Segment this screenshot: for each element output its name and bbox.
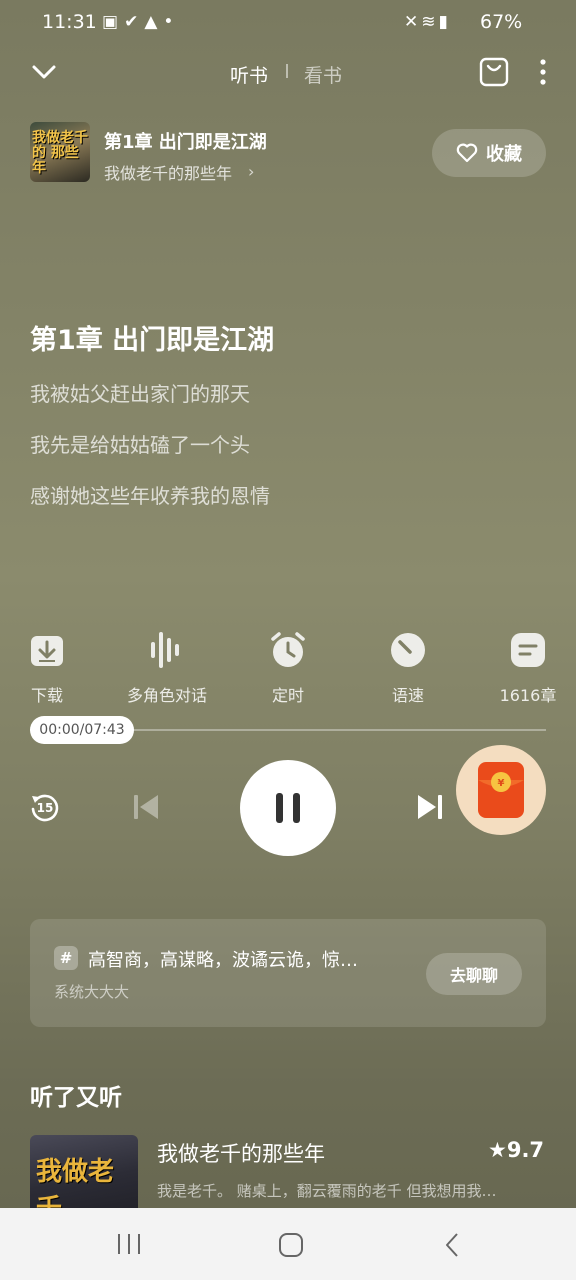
chapter-heading: 第1章 出门即是江湖 xyxy=(30,325,275,356)
home-button[interactable] xyxy=(278,1232,304,1258)
rewind-15-button[interactable]: 15 xyxy=(28,790,62,824)
pause-icon xyxy=(276,793,300,823)
chapter-list-button[interactable]: 1616章 xyxy=(473,630,576,706)
more-vertical-icon xyxy=(540,59,546,85)
recents-button[interactable] xyxy=(116,1232,142,1256)
notification-icons: ▣✔▲• xyxy=(102,12,179,32)
collect-button[interactable]: 收藏 xyxy=(432,129,546,177)
battery-indicator: 67% xyxy=(480,11,523,33)
voice-wave-icon xyxy=(151,632,179,668)
section-title: 听了又听 xyxy=(30,1085,122,1111)
chat-card-title: 高智商，高谋略，波谲云诡，惊… xyxy=(88,950,358,971)
download-button[interactable]: 下载 xyxy=(0,630,102,706)
multi-role-button[interactable]: 多角色对话 xyxy=(112,630,222,706)
red-envelope-icon: ¥ xyxy=(478,762,524,818)
heart-icon xyxy=(456,143,478,163)
rewind-15-icon: 15 xyxy=(31,794,59,822)
previous-chapter-button[interactable] xyxy=(130,792,162,822)
go-chat-button[interactable]: 去聊聊 xyxy=(426,953,522,995)
shop-button[interactable] xyxy=(478,56,510,88)
recents-icon xyxy=(118,1234,140,1254)
red-packet-bonus-button[interactable]: ¥ xyxy=(456,745,546,835)
tab-listen[interactable]: 听书 xyxy=(230,61,268,88)
skip-next-icon xyxy=(418,795,442,819)
collapse-button[interactable] xyxy=(30,58,58,86)
wifi-icon: ≋ xyxy=(421,12,439,32)
system-icons: ✕≋▮ xyxy=(404,12,451,32)
collect-label: 收藏 xyxy=(486,144,522,165)
rating-badge: ★9.7 xyxy=(488,1138,544,1162)
skip-previous-icon xyxy=(134,795,158,819)
signal-icon: ▮ xyxy=(438,12,451,32)
home-icon xyxy=(279,1233,303,1257)
speed-button[interactable]: 语速 xyxy=(353,630,463,706)
download-icon xyxy=(31,636,63,666)
shopping-bag-icon xyxy=(479,57,509,87)
check-icon: ✔ xyxy=(124,12,145,32)
book-name-link[interactable]: 我做老千的那些年 xyxy=(104,160,232,184)
current-chapter-title: 第1章 出门即是江湖 xyxy=(104,132,267,153)
star-icon: ★ xyxy=(488,1138,507,1162)
back-icon xyxy=(446,1233,458,1257)
svg-text:¥: ¥ xyxy=(498,778,505,789)
chevron-right-icon: › xyxy=(248,162,255,181)
timer-button[interactable]: 定时 xyxy=(233,630,343,706)
status-bar: 11:31 ▣✔▲• ✕≋▮ 67% xyxy=(0,0,576,46)
rewind-seconds: 15 xyxy=(37,801,54,815)
tab-read[interactable]: 看书 xyxy=(304,61,342,88)
status-time: 11:31 xyxy=(42,11,97,33)
text-line: 我被姑父赶出家门的那天 xyxy=(30,382,250,406)
more-button[interactable] xyxy=(532,58,554,86)
text-line: 感谢她这些年收养我的恩情 xyxy=(30,484,270,508)
pause-button[interactable] xyxy=(240,760,336,856)
chat-card-subtitle: 系统大大大 xyxy=(54,983,130,1001)
chapter-count-label: 1616章 xyxy=(499,686,557,705)
hashtag-icon: # xyxy=(54,946,78,970)
recommended-book-title[interactable]: 我做老千的那些年 xyxy=(157,1138,325,1168)
dot-icon: • xyxy=(163,12,180,32)
next-chapter-button[interactable] xyxy=(414,792,446,822)
alarm-clock-icon xyxy=(271,632,305,667)
gallery-icon: ▣ xyxy=(102,12,125,32)
mute-icon: ✕ xyxy=(404,12,422,32)
book-cover-thumbnail[interactable]: 我做老千的 那些年 xyxy=(30,122,90,182)
speed-gauge-icon xyxy=(391,633,425,667)
book-cover-title: 我做老千的 那些年 xyxy=(32,130,88,176)
warning-icon: ▲ xyxy=(144,12,164,32)
chapter-list-icon xyxy=(511,633,545,667)
download-label: 下载 xyxy=(30,686,63,705)
multi-role-label: 多角色对话 xyxy=(126,686,207,705)
tab-divider xyxy=(286,64,288,78)
rating-value: 9.7 xyxy=(506,1138,545,1162)
timer-label: 定时 xyxy=(271,686,304,705)
text-line: 我先是给姑姑磕了一个头 xyxy=(30,433,250,457)
recommended-book-description: 我是老千。 赌桌上，翻云覆雨的老千 但我想用我… xyxy=(157,1182,497,1200)
progress-time-thumb[interactable]: 00:00/07:43 xyxy=(30,716,134,744)
chevron-down-icon xyxy=(32,65,56,79)
back-button[interactable] xyxy=(444,1232,460,1258)
speed-label: 语速 xyxy=(391,686,424,705)
